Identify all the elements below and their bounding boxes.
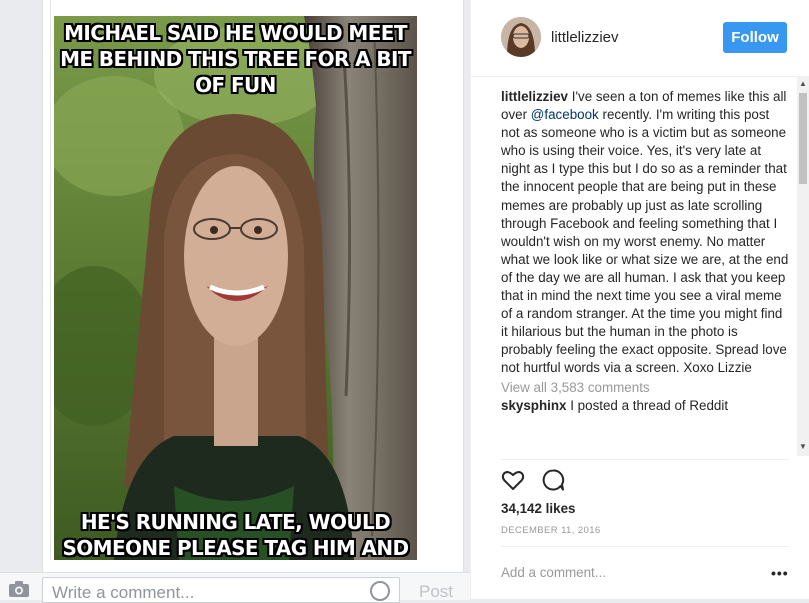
scrollbar[interactable]: ▲ ▼ xyxy=(797,76,809,456)
caption: littlelizziev I've seen a ton of memes l… xyxy=(501,88,789,378)
username-link[interactable]: littlelizziev xyxy=(551,29,619,46)
comment-item: skysphinx I posted a thread of Reddit xyxy=(501,397,789,415)
likes-count[interactable]: 34,142 likes xyxy=(501,501,575,516)
caption-username[interactable]: littlelizziev xyxy=(501,89,568,104)
instagram-panel: littlelizziev Follow littlelizziev I've … xyxy=(470,0,809,599)
emoji-icon[interactable] xyxy=(370,581,390,601)
facebook-post: MICHAEL SAID HE WOULD MEET ME BEHIND THI… xyxy=(0,0,470,603)
view-all-comments-link[interactable]: View all 3,583 comments xyxy=(501,379,789,397)
heart-icon[interactable] xyxy=(501,468,525,492)
post-date: DECEMBER 11, 2016 xyxy=(501,525,601,536)
scroll-down-icon[interactable]: ▼ xyxy=(799,442,807,451)
facebook-mention-link[interactable]: @facebook xyxy=(531,107,599,122)
comment-username[interactable]: skysphinx xyxy=(501,398,567,413)
comment-text: I posted a thread of Reddit xyxy=(570,397,729,413)
avatar[interactable] xyxy=(501,17,541,57)
divider xyxy=(501,459,789,460)
avatar-image xyxy=(501,17,541,57)
divider xyxy=(50,0,51,560)
post-header: littlelizziev Follow xyxy=(471,0,809,77)
scroll-thumb[interactable] xyxy=(799,93,807,184)
meme-image[interactable]: MICHAEL SAID HE WOULD MEET ME BEHIND THI… xyxy=(54,16,417,560)
camera-icon[interactable] xyxy=(8,581,30,597)
add-comment-input[interactable]: Add a comment... xyxy=(501,565,606,580)
comment-icon[interactable] xyxy=(541,468,565,492)
divider xyxy=(501,546,789,547)
comment-composer: Write a comment... Post xyxy=(0,572,470,603)
meme-top-caption: MICHAEL SAID HE WOULD MEET ME BEHIND THI… xyxy=(60,21,411,97)
caption-text-continued: recently. I'm writing this post not as s… xyxy=(501,107,789,376)
meme-bottom-caption: HE'S RUNNING LATE, WOULD SOMEONE PLEASE … xyxy=(62,510,409,560)
follow-button[interactable]: Follow xyxy=(723,22,787,53)
comments-area: littlelizziev I've seen a ton of memes l… xyxy=(501,88,789,456)
more-options-icon[interactable]: ••• xyxy=(771,565,789,581)
scroll-up-icon[interactable]: ▲ xyxy=(799,79,807,88)
post-button[interactable]: Post xyxy=(419,582,453,602)
comment-input[interactable]: Write a comment... xyxy=(42,577,400,603)
